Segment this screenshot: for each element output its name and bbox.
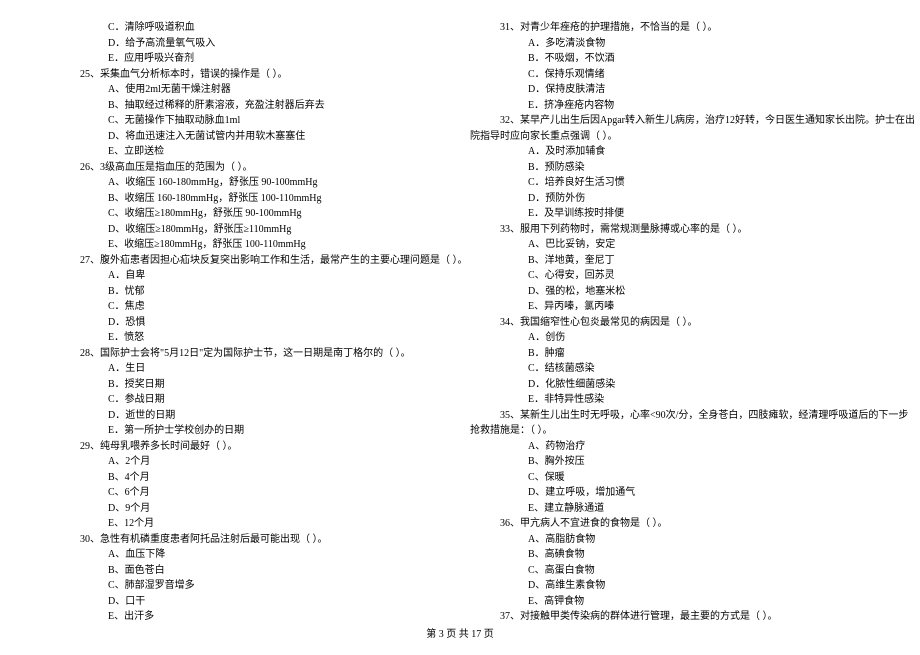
option-line: A．生日 — [50, 361, 450, 377]
option-line: A、高脂肪食物 — [470, 532, 870, 548]
option-line: C、收缩压≥180mmHg，舒张压 90-100mmHg — [50, 206, 450, 222]
exam-page: C．清除呼吸道积血D．给予高流量氧气吸入E．应用呼吸兴奋剂25、采集血气分析标本… — [0, 0, 920, 655]
question-stem: 35、某新生儿出生时无呼吸，心率<90次/分，全身苍白，四肢瘫软，经清理呼吸道后… — [470, 408, 870, 424]
option-line: C．培养良好生活习惯 — [470, 175, 870, 191]
option-line: A、使用2ml无菌干燥注射器 — [50, 82, 450, 98]
right-column: 31、对青少年痤疮的护理措施，不恰当的是（ ）。A．多吃清淡食物B．不吸烟，不饮… — [470, 20, 870, 625]
option-line: A、2个月 — [50, 454, 450, 470]
option-line: E、12个月 — [50, 516, 450, 532]
option-line: B．忧郁 — [50, 284, 450, 300]
question-stem: 28、国际护士会将"5月12日"定为国际护士节，这一日期是南丁格尔的（ ）。 — [50, 346, 450, 362]
question-stem: 院指导时应向家长重点强调（ ）。 — [470, 129, 870, 145]
option-line: C、高蛋白食物 — [470, 563, 870, 579]
option-line: C、心得安，回苏灵 — [470, 268, 870, 284]
option-line: A．创伤 — [470, 330, 870, 346]
option-line: E．挤净痤疮内容物 — [470, 98, 870, 114]
option-line: B、收缩压 160-180mmHg，舒张压 100-110mmHg — [50, 191, 450, 207]
question-stem: 抢救措施是：（ ）。 — [470, 423, 870, 439]
option-line: E、异丙嗪，氯丙嗪 — [470, 299, 870, 315]
option-line: E、建立静脉通道 — [470, 501, 870, 517]
option-line: C．结核菌感染 — [470, 361, 870, 377]
option-line: C．参战日期 — [50, 392, 450, 408]
option-line: C、保暖 — [470, 470, 870, 486]
page-footer: 第 3 页 共 17 页 — [0, 625, 920, 640]
option-line: B、洋地黄，奎尼丁 — [470, 253, 870, 269]
option-line: A．自卑 — [50, 268, 450, 284]
option-line: C、肺部湿罗音增多 — [50, 578, 450, 594]
option-line: A、巴比妥钠，安定 — [470, 237, 870, 253]
option-line: D．预防外伤 — [470, 191, 870, 207]
option-line: E．非特异性感染 — [470, 392, 870, 408]
option-line: A．多吃清淡食物 — [470, 36, 870, 52]
option-line: A、收缩压 160-180mmHg，舒张压 90-100mmHg — [50, 175, 450, 191]
option-line: C．清除呼吸道积血 — [50, 20, 450, 36]
option-line: D．给予高流量氧气吸入 — [50, 36, 450, 52]
question-stem: 34、我国缩窄性心包炎最常见的病因是（ ）。 — [470, 315, 870, 331]
question-stem: 29、纯母乳喂养多长时间最好（ ）。 — [50, 439, 450, 455]
option-line: E．及早训练按时排便 — [470, 206, 870, 222]
option-line: E．第一所护士学校创办的日期 — [50, 423, 450, 439]
option-line: C．焦虑 — [50, 299, 450, 315]
option-line: B．预防感染 — [470, 160, 870, 176]
question-stem: 37、对接触甲类传染病的群体进行管理，最主要的方式是（ ）。 — [470, 609, 870, 625]
question-stem: 36、甲亢病人不宜进食的食物是（ ）。 — [470, 516, 870, 532]
option-line: E．愤怒 — [50, 330, 450, 346]
option-line: D、强的松，地塞米松 — [470, 284, 870, 300]
question-stem: 33、服用下列药物时，需常规测量脉搏或心率的是（ ）。 — [470, 222, 870, 238]
option-line: D、口干 — [50, 594, 450, 610]
question-stem: 32、某早产儿出生后因Apgar转入新生儿病房，治疗12好转，今日医生通知家长出… — [470, 113, 870, 129]
option-line: E、出汗多 — [50, 609, 450, 625]
question-stem: 30、急性有机磷重度患者阿托品注射后最可能出现（ ）。 — [50, 532, 450, 548]
option-line: D．恐惧 — [50, 315, 450, 331]
option-line: B．授奖日期 — [50, 377, 450, 393]
option-line: C、6个月 — [50, 485, 450, 501]
option-line: E、立即送检 — [50, 144, 450, 160]
option-line: E、收缩压≥180mmHg，舒张压 100-110mmHg — [50, 237, 450, 253]
question-stem: 25、采集血气分析标本时，错误的操作是（ ）。 — [50, 67, 450, 83]
option-line: D、高维生素食物 — [470, 578, 870, 594]
option-line: D、9个月 — [50, 501, 450, 517]
option-line: C．保持乐观情绪 — [470, 67, 870, 83]
question-stem: 26、3级高血压是指血压的范围为（ ）。 — [50, 160, 450, 176]
option-line: B、面色苍白 — [50, 563, 450, 579]
option-line: B．肿瘤 — [470, 346, 870, 362]
option-line: D．逝世的日期 — [50, 408, 450, 424]
question-stem: 27、腹外疝患者因担心疝块反复突出影响工作和生活，最常产生的主要心理问题是（ ）… — [50, 253, 450, 269]
option-line: A、药物治疗 — [470, 439, 870, 455]
option-line: D、收缩压≥180mmHg，舒张压≥110mmHg — [50, 222, 450, 238]
option-line: E．应用呼吸兴奋剂 — [50, 51, 450, 67]
option-line: B．不吸烟，不饮酒 — [470, 51, 870, 67]
option-line: D．化脓性细菌感染 — [470, 377, 870, 393]
option-line: C、无菌操作下抽取动脉血1ml — [50, 113, 450, 129]
option-line: B、胸外按压 — [470, 454, 870, 470]
option-line: B、4个月 — [50, 470, 450, 486]
option-line: D、建立呼吸，增加通气 — [470, 485, 870, 501]
option-line: E、高钾食物 — [470, 594, 870, 610]
option-line: B、高碘食物 — [470, 547, 870, 563]
question-stem: 31、对青少年痤疮的护理措施，不恰当的是（ ）。 — [470, 20, 870, 36]
option-line: A．及时添加辅食 — [470, 144, 870, 160]
option-line: D、将血迅速注入无菌试管内并用软木塞塞住 — [50, 129, 450, 145]
option-line: D．保持皮肤清洁 — [470, 82, 870, 98]
option-line: A、血压下降 — [50, 547, 450, 563]
option-line: B、抽取经过稀释的肝素溶液，充盈注射器后弃去 — [50, 98, 450, 114]
left-column: C．清除呼吸道积血D．给予高流量氧气吸入E．应用呼吸兴奋剂25、采集血气分析标本… — [50, 20, 450, 625]
